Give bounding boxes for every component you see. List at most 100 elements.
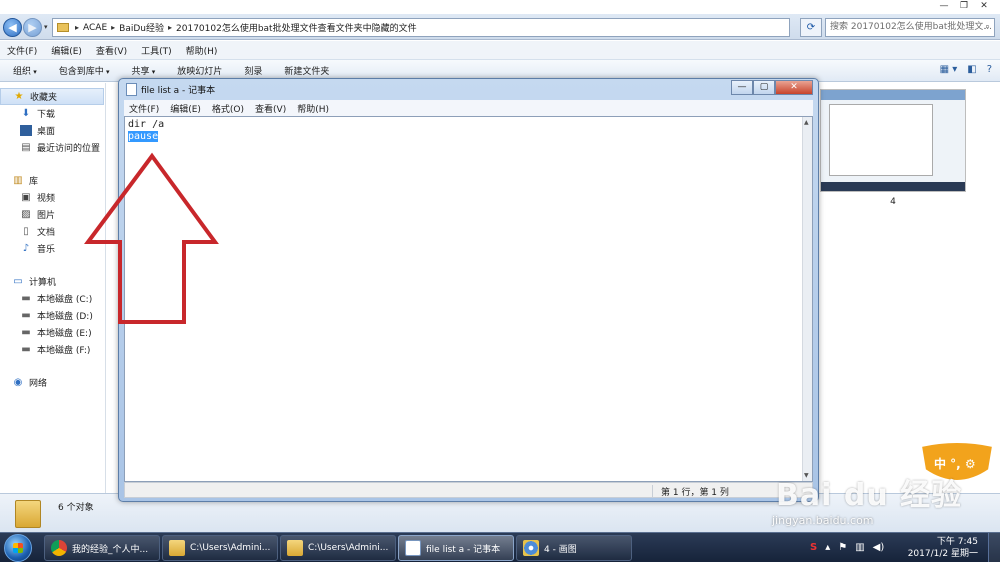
menu-file[interactable]: 文件(F) <box>129 102 159 115</box>
drive-icon: ▬ <box>21 293 31 304</box>
menu-format[interactable]: 格式(O) <box>212 102 244 115</box>
breadcrumb-item[interactable]: 20170102怎么使用bat批处理文件查看文件夹中隐藏的文件 <box>176 21 417 34</box>
task-explorer-2[interactable]: C:\Users\Admini... <box>280 535 396 561</box>
file-thumbnail[interactable] <box>820 89 966 192</box>
scroll-up-icon[interactable]: ▲ <box>804 119 809 126</box>
close-icon[interactable]: ✕ <box>775 80 813 95</box>
share-button[interactable]: 共享 <box>132 64 156 77</box>
preview-pane-icon[interactable]: ◧ <box>967 64 976 75</box>
nav-favorites[interactable]: ★ 收藏夹 <box>0 88 104 105</box>
notepad-caption-buttons: — ▢ ✕ <box>731 80 813 95</box>
drive-icon: ▬ <box>21 344 31 355</box>
menu-view[interactable]: 查看(V) <box>96 44 127 57</box>
drive-icon: ▬ <box>21 310 31 321</box>
notepad-title: file list a - 记事本 <box>141 86 216 96</box>
notepad-icon[interactable] <box>126 83 137 96</box>
forward-button[interactable]: ▶ <box>23 18 42 37</box>
notepad-icon <box>405 540 421 556</box>
show-desktop-button[interactable] <box>988 533 1000 562</box>
task-label: 4 - 画图 <box>544 544 577 555</box>
search-input[interactable]: 搜索 20170102怎么使用bat批处理文... ⌕ <box>825 18 995 37</box>
history-dropdown-icon[interactable]: ▾ <box>44 23 48 31</box>
task-label: 我的经验_个人中... <box>72 544 149 555</box>
menu-edit[interactable]: 编辑(E) <box>170 102 201 115</box>
menu-file[interactable]: 文件(F) <box>7 44 37 57</box>
nav-drive-f[interactable]: ▬ 本地磁盘 (F:) <box>0 341 104 358</box>
maximize-icon[interactable]: ▢ <box>753 80 775 95</box>
folder-icon <box>287 540 303 556</box>
text-line-selected: pause <box>128 131 159 143</box>
menu-edit[interactable]: 编辑(E) <box>51 44 82 57</box>
nav-drive-e[interactable]: ▬ 本地磁盘 (E:) <box>0 324 104 341</box>
task-notepad[interactable]: file list a - 记事本 <box>398 535 514 561</box>
watermark-text: Bai du 经验 <box>776 478 963 513</box>
picture-icon: ▨ <box>21 209 31 220</box>
nav-label: 计算机 <box>29 278 57 288</box>
start-button[interactable] <box>4 534 32 562</box>
toolbar-right: ▦ ▾ ◧ ? <box>940 64 992 75</box>
organize-button[interactable]: 组织 <box>13 64 37 77</box>
star-icon: ★ <box>14 91 24 102</box>
address-bar[interactable]: ▸ ACAE ▸ BaiDu经验 ▸ 20170102怎么使用bat批处理文件查… <box>52 18 790 37</box>
nav-label: 本地磁盘 (F:) <box>37 346 91 356</box>
breadcrumb-item[interactable]: BaiDu经验 <box>119 21 164 34</box>
search-placeholder: 搜索 20170102怎么使用bat批处理文... <box>830 22 993 32</box>
system-tray: S ▴ ⚑ ▥ ◀) 下午 7:45 2017/1/2 星期一 <box>800 533 1000 562</box>
nav-desktop[interactable]: 桌面 <box>0 122 104 139</box>
action-center-flag-icon[interactable]: ⚑ <box>838 542 847 553</box>
nav-label: 本地磁盘 (E:) <box>37 329 92 339</box>
taskbar: 我的经验_个人中... C:\Users\Admini... C:\Users\… <box>0 532 1000 562</box>
chevron-right-icon[interactable]: ▸ <box>168 23 172 32</box>
back-button[interactable]: ◀ <box>3 18 22 37</box>
address-row: ◀ ▶ ▾ ▸ ACAE ▸ BaiDu经验 ▸ 20170102怎么使用bat… <box>0 14 1000 40</box>
clock[interactable]: 下午 7:45 2017/1/2 星期一 <box>908 536 978 560</box>
folder-icon <box>15 500 41 528</box>
sogou-ime-icon[interactable]: S <box>810 542 817 553</box>
slideshow-button[interactable]: 放映幻灯片 <box>177 64 222 77</box>
new-folder-button[interactable]: 新建文件夹 <box>284 64 329 77</box>
nav-label: 文档 <box>37 228 56 238</box>
burn-button[interactable]: 刻录 <box>244 64 262 77</box>
refresh-button[interactable]: ⟳ <box>800 18 822 37</box>
nav-label: 收藏夹 <box>30 93 58 103</box>
drive-icon: ▬ <box>21 327 31 338</box>
nav-label: 网络 <box>29 379 48 389</box>
show-hidden-icons-icon[interactable]: ▴ <box>825 542 830 553</box>
download-icon: ⬇ <box>21 108 31 119</box>
thumbnail-window <box>829 104 933 176</box>
explorer-menu-bar: 文件(F) 编辑(E) 查看(V) 工具(T) 帮助(H) <box>0 41 1000 59</box>
object-count: 6 个对象 <box>58 503 94 513</box>
desktop-icon <box>20 125 32 136</box>
menu-view[interactable]: 查看(V) <box>255 102 286 115</box>
volume-icon[interactable]: ◀) <box>873 542 885 553</box>
menu-help[interactable]: 帮助(H) <box>297 102 329 115</box>
notepad-text-area[interactable]: dir /a pause ▲ ▼ <box>124 116 813 482</box>
vertical-scrollbar[interactable]: ▲ ▼ <box>802 117 812 481</box>
maximize-icon[interactable]: ❐ <box>954 0 974 12</box>
task-browser[interactable]: 我的经验_个人中... <box>44 535 160 561</box>
network-icon[interactable]: ▥ <box>855 542 864 553</box>
menu-tools[interactable]: 工具(T) <box>141 44 172 57</box>
chevron-right-icon[interactable]: ▸ <box>111 23 115 32</box>
close-icon[interactable]: ✕ <box>974 0 994 12</box>
clock-time: 下午 7:45 <box>936 537 978 547</box>
menu-help[interactable]: 帮助(H) <box>186 44 218 57</box>
file-label[interactable]: 4 <box>820 197 966 207</box>
nav-network[interactable]: ◉ 网络 <box>0 374 104 391</box>
minimize-icon[interactable]: — <box>731 80 753 95</box>
chevron-right-icon[interactable]: ▸ <box>75 23 79 32</box>
thumbnail-taskbar <box>821 182 965 191</box>
nav-downloads[interactable]: ⬇ 下载 <box>0 105 104 122</box>
tray-icons: S ▴ ⚑ ▥ ◀) <box>810 542 884 553</box>
help-icon[interactable]: ? <box>987 64 992 75</box>
view-options-icon[interactable]: ▦ ▾ <box>940 64 958 75</box>
task-label: C:\Users\Admini... <box>190 543 271 553</box>
music-icon: ♪ <box>22 243 30 254</box>
include-in-library-button[interactable]: 包含到库中 <box>59 64 110 77</box>
task-paint[interactable]: 4 - 画图 <box>516 535 632 561</box>
task-explorer-1[interactable]: C:\Users\Admini... <box>162 535 278 561</box>
breadcrumb-item[interactable]: ACAE <box>83 23 107 33</box>
minimize-icon[interactable]: — <box>934 0 954 12</box>
nav-label: 音乐 <box>37 245 56 255</box>
search-icon[interactable]: ⌕ <box>985 19 990 36</box>
